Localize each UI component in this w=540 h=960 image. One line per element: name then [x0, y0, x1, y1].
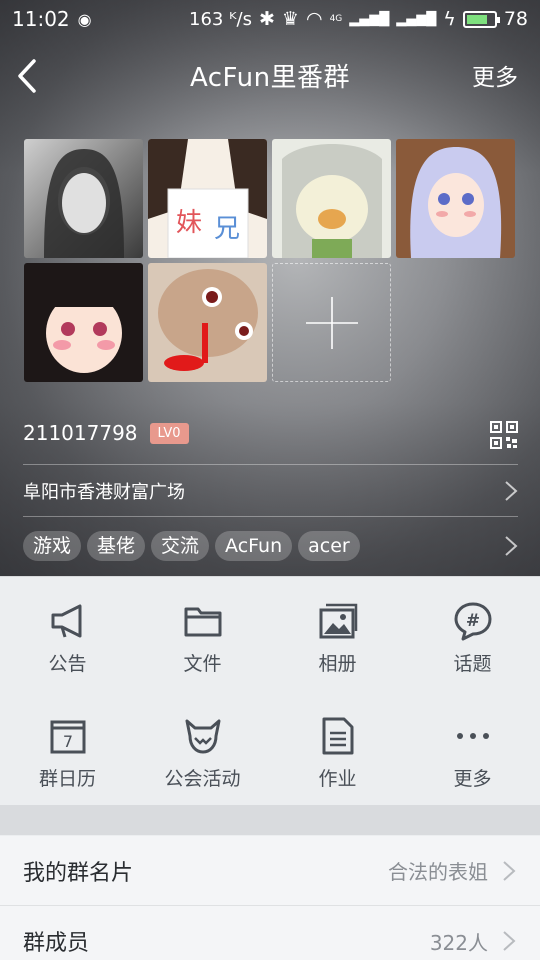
signal-icon: ▂▄▆█ — [349, 11, 390, 27]
feature-label: 公告 — [48, 653, 87, 675]
feature-topic[interactable]: # 话题 — [405, 577, 540, 692]
feature-label: 话题 — [453, 653, 492, 675]
group-location: 阜阳市香港财富广场 — [23, 481, 185, 503]
network-speed: 163 ᴷ/s — [189, 8, 252, 30]
feature-label: 文件 — [183, 653, 222, 675]
section-divider — [0, 805, 540, 835]
more-dots-icon — [456, 733, 489, 739]
charging-icon: ϟ — [443, 8, 456, 30]
megaphone-icon — [51, 604, 81, 638]
member-avatar[interactable] — [148, 263, 267, 382]
svg-text:兄: 兄 — [214, 214, 240, 244]
calendar-icon: 7 — [50, 720, 85, 754]
my-group-card-value: 合法的表姐 — [388, 860, 488, 884]
plus-icon — [305, 296, 358, 349]
group-tag: 交流 — [151, 530, 210, 561]
weibo-icon: ◉ — [77, 9, 92, 29]
svg-text:#: # — [465, 611, 479, 631]
group-location-row[interactable]: 阜阳市香港财富广场 — [23, 464, 518, 516]
member-avatar[interactable] — [24, 263, 143, 382]
crown-icon: ♛ — [281, 8, 299, 30]
level-badge: LV0 — [149, 422, 189, 444]
group-tag: acer — [298, 530, 360, 561]
feature-label: 更多 — [453, 768, 492, 790]
feature-more[interactable]: 更多 — [405, 692, 540, 807]
battery-percent: 78 — [503, 8, 528, 30]
feature-label: 公会活动 — [164, 768, 241, 790]
guild-activity-icon — [185, 719, 220, 754]
my-group-card-row[interactable]: 我的群名片 合法的表姐 — [0, 836, 540, 906]
member-avatar[interactable] — [272, 139, 391, 258]
feature-album[interactable]: 相册 — [270, 577, 405, 692]
chevron-right-icon — [505, 535, 518, 556]
feature-guild-activity[interactable]: 公会活动 — [135, 692, 270, 807]
member-avatar[interactable] — [24, 139, 143, 258]
photo-album-icon — [319, 603, 357, 639]
feature-calendar[interactable]: 7 群日历 — [0, 692, 135, 807]
feature-announcement[interactable]: 公告 — [0, 577, 135, 692]
group-members-label: 群成员 — [23, 931, 90, 956]
svg-text:7: 7 — [62, 732, 72, 751]
feature-homework[interactable]: 作业 — [270, 692, 405, 807]
group-members-count: 322人 — [429, 930, 488, 955]
hotspot-icon: ◠ — [305, 8, 323, 30]
navigation-bar: AcFun里番群 更多 — [0, 38, 540, 112]
member-avatar[interactable] — [396, 139, 515, 258]
feature-label: 群日历 — [38, 768, 96, 790]
more-button[interactable]: 更多 — [472, 58, 518, 92]
group-id-row: 211017798 LV0 — [23, 421, 189, 445]
member-avatar[interactable]: 妹兄 — [148, 139, 267, 258]
group-tags-row[interactable]: 游戏 基佬 交流 AcFun acer — [23, 516, 518, 574]
chevron-right-icon — [503, 860, 516, 881]
back-icon[interactable] — [12, 56, 48, 96]
signal-icon-2: ▂▄▆█ — [396, 11, 437, 27]
group-tag: 游戏 — [23, 530, 82, 561]
status-time: 11:02 — [12, 7, 70, 31]
battery-icon — [462, 10, 500, 28]
group-id: 211017798 — [23, 421, 138, 445]
folder-icon — [184, 607, 221, 637]
bluetooth-icon: ✱ — [259, 8, 275, 30]
chevron-right-icon — [505, 480, 518, 501]
my-group-card-label: 我的群名片 — [23, 860, 134, 886]
network-type: 4G — [329, 14, 343, 24]
feature-files[interactable]: 文件 — [135, 577, 270, 692]
qr-code-icon[interactable] — [490, 421, 518, 449]
group-members-row[interactable]: 群成员 322人 — [0, 906, 540, 960]
topic-hash-icon: # — [454, 602, 491, 641]
page-title: AcFun里番群 — [189, 62, 351, 93]
homework-document-icon — [322, 717, 353, 755]
feature-label: 相册 — [318, 653, 357, 675]
group-tag: AcFun — [215, 530, 293, 561]
chevron-right-icon — [503, 931, 516, 951]
svg-text:妹: 妹 — [176, 208, 202, 238]
feature-label: 作业 — [318, 768, 357, 790]
add-member-button[interactable] — [272, 263, 391, 382]
group-tag: 基佬 — [87, 530, 146, 561]
status-bar: 11:02 ◉ 163 ᴷ/s ✱ ♛ ◠ 4G ▂▄▆█ ▂▄▆█ ϟ 78 — [0, 0, 540, 38]
group-features-grid: 公告 文件 相册 # 话题 7 群日历 公会活动 作业 更多 — [0, 576, 540, 805]
